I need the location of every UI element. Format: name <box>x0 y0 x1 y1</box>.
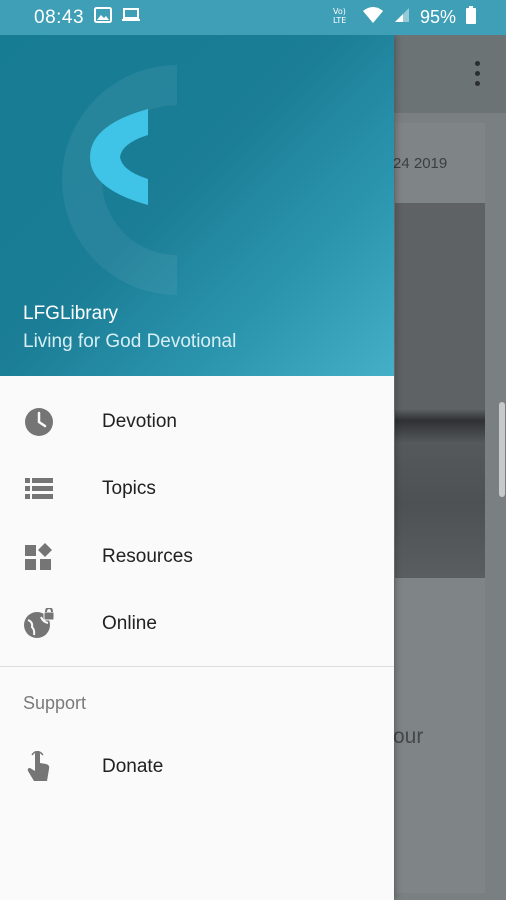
clock-icon <box>23 406 55 438</box>
drawer-header: LFGLibrary Living for God Devotional <box>0 35 394 376</box>
menu-item-donate[interactable]: Donate <box>0 733 394 801</box>
status-bar: 08:43 Vo) LTE 95% <box>0 0 506 35</box>
image-icon <box>94 7 113 28</box>
app-logo <box>90 109 148 205</box>
menu-item-resources[interactable]: Resources <box>0 523 394 591</box>
svg-text:Vo): Vo) <box>333 7 346 16</box>
menu-item-online[interactable]: Online <box>0 591 394 659</box>
status-left: 08:43 <box>34 6 141 29</box>
menu-item-topics[interactable]: Topics <box>0 456 394 524</box>
navigation-drawer: LFGLibrary Living for God Devotional Dev… <box>0 35 394 900</box>
status-time: 08:43 <box>34 6 85 28</box>
drawer-menu: Devotion Topics Resources Online Support <box>0 376 394 801</box>
monitor-icon <box>122 7 141 28</box>
svg-text:LTE: LTE <box>333 16 346 24</box>
menu-item-label: Resources <box>102 545 193 567</box>
menu-item-label: Topics <box>102 478 156 500</box>
battery-percent: 95% <box>419 7 456 27</box>
volte-icon: Vo) LTE <box>332 6 352 29</box>
drawer-subtitle: Living for God Devotional <box>23 331 237 352</box>
menu-item-devotion[interactable]: Devotion <box>0 388 394 456</box>
battery-icon <box>466 6 476 29</box>
scrollbar[interactable] <box>499 402 505 497</box>
divider <box>0 666 394 667</box>
list-icon <box>23 473 55 505</box>
menu-item-label: Donate <box>102 755 164 777</box>
signal-icon <box>394 7 410 28</box>
background-date: 24 2019 <box>393 155 448 172</box>
menu-item-label: Online <box>102 613 157 635</box>
menu-item-label: Devotion <box>102 410 177 432</box>
widgets-icon <box>23 541 55 573</box>
globe-lock-icon <box>23 608 55 640</box>
wifi-icon <box>362 6 384 29</box>
background-text: our <box>393 725 424 748</box>
drawer-title: LFGLibrary <box>23 303 119 324</box>
status-right: Vo) LTE 95% <box>332 6 476 29</box>
more-options-icon[interactable] <box>475 61 480 86</box>
touch-icon <box>23 750 55 783</box>
background-image <box>395 203 485 578</box>
section-label-support: Support <box>23 693 87 713</box>
